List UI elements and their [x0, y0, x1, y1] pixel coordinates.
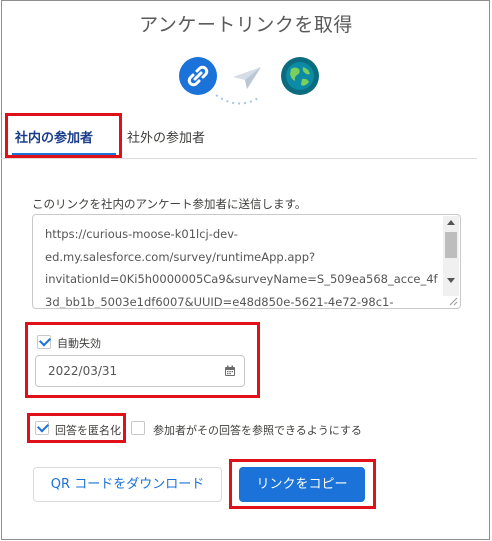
expiration-date-input[interactable]: 2022/03/31	[35, 355, 245, 387]
link-description: このリンクを社内のアンケート参加者に送信します。	[32, 197, 307, 211]
modal-title: アンケートリンクを取得	[139, 14, 353, 36]
resize-handle-icon[interactable]	[448, 296, 458, 306]
copy-link-button[interactable]: リンクをコピー	[239, 467, 365, 502]
calendar-icon[interactable]	[224, 365, 236, 377]
share-responses-checkbox[interactable]	[131, 421, 145, 435]
survey-link-textarea[interactable]: https://curious-moose-k01lcj-dev- ed.my.…	[32, 214, 461, 309]
tab-internal-participants[interactable]: 社内の参加者	[15, 127, 93, 146]
checkmark-icon	[36, 420, 50, 433]
download-qr-code-button[interactable]: QR コードをダウンロード	[33, 467, 222, 502]
globe-icon	[281, 57, 319, 95]
anonymize-label: 回答を匿名化	[55, 424, 121, 437]
active-tab-indicator	[12, 153, 116, 156]
scroll-thumb[interactable]	[445, 232, 457, 258]
participant-tabs: 社内の参加者 社外の参加者	[1, 113, 477, 159]
expiration-date-value: 2022/03/31	[48, 364, 118, 378]
checkmark-icon	[38, 334, 52, 347]
anonymize-checkbox[interactable]	[35, 420, 50, 435]
textarea-scrollbar[interactable]	[443, 216, 459, 296]
header-illustration	[0, 55, 492, 105]
survey-link-text: https://curious-moose-k01lcj-dev- ed.my.…	[45, 227, 438, 309]
tab-external-participants[interactable]: 社外の参加者	[127, 127, 205, 146]
auto-expire-checkbox[interactable]	[37, 334, 52, 349]
scroll-up-arrow-icon[interactable]	[447, 220, 455, 225]
share-responses-label: 参加者がその回答を参照できるようにする	[153, 424, 362, 437]
scroll-down-arrow-icon[interactable]	[447, 278, 455, 283]
auto-expire-label: 自動失効	[57, 337, 101, 350]
paper-plane-icon	[227, 63, 267, 93]
